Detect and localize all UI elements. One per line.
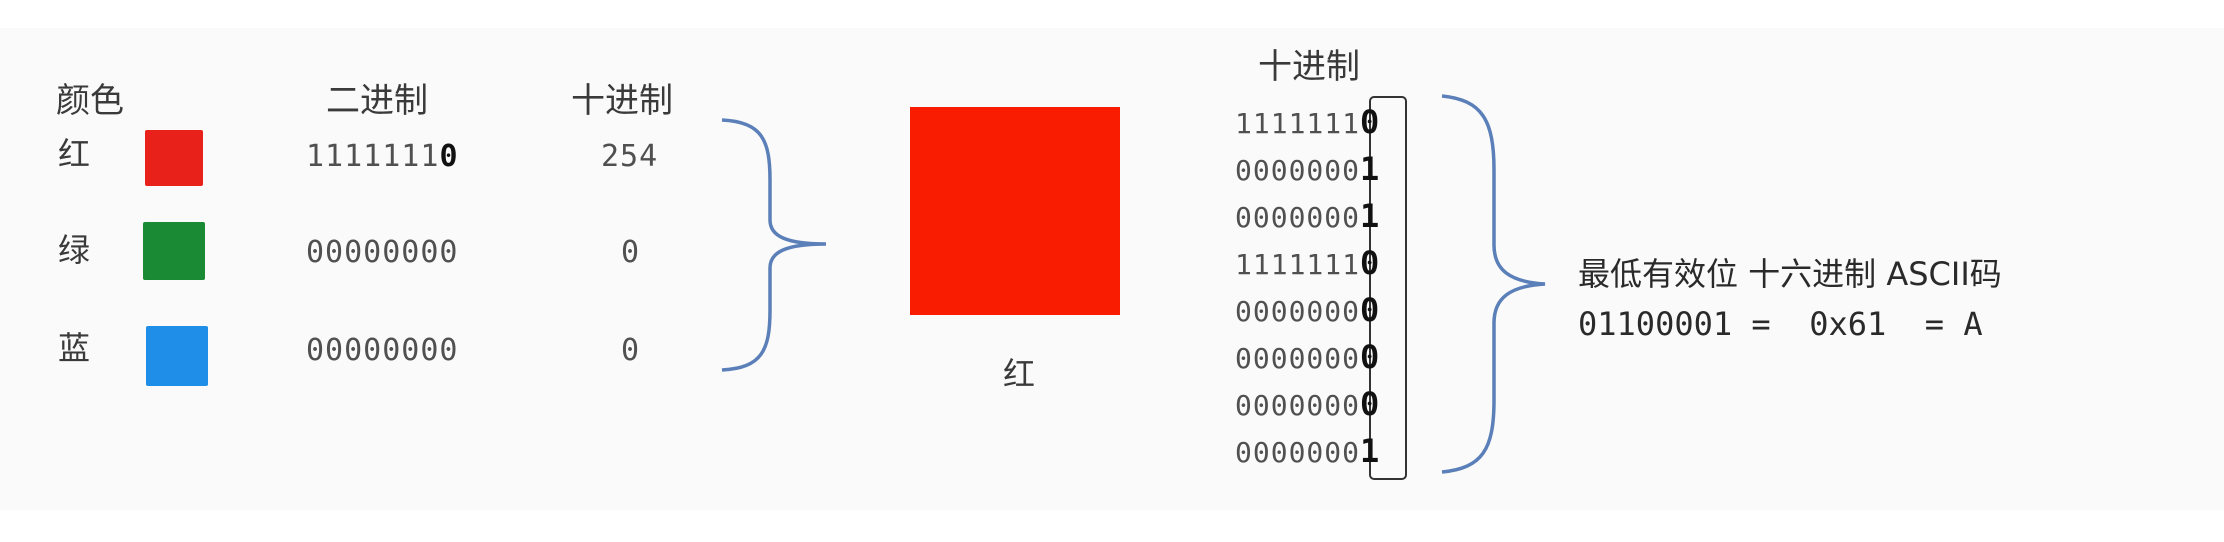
pixel-label: 红 xyxy=(1003,355,1036,393)
left-brace xyxy=(721,118,827,372)
bit-row: 11111110 xyxy=(1235,103,1381,141)
bit-row: 00000000 xyxy=(1235,338,1381,376)
bit-row: 00000000 xyxy=(1235,291,1381,329)
bit-row: 00000001 xyxy=(1235,197,1381,235)
result-values: 01100001 = 0x61 = A xyxy=(1578,305,1983,343)
result-headings: 最低有效位 十六进制 ASCII码 xyxy=(1578,255,2002,293)
bit-row: 00000000 xyxy=(1235,385,1381,423)
bit-row: 11111110 xyxy=(1235,244,1381,282)
right-brace xyxy=(1441,94,1546,474)
bit-row: 00000001 xyxy=(1235,432,1381,470)
pixel-color-square xyxy=(910,107,1120,315)
bit-row: 00000001 xyxy=(1235,150,1381,188)
bit-column-header: 十进制 xyxy=(1258,47,1360,87)
